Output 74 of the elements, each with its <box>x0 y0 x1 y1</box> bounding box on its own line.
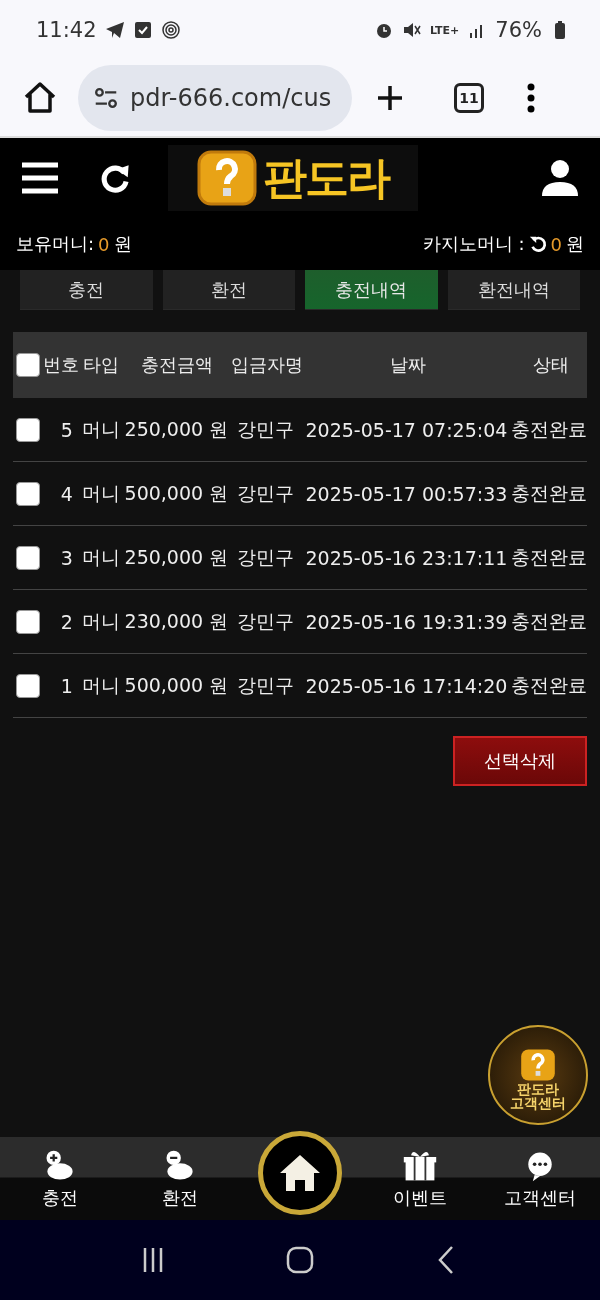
table-cell-text: 강민구 <box>236 544 296 570</box>
send-icon <box>104 20 125 40</box>
tab-count-button[interactable]: 11 <box>454 83 484 113</box>
question-box-icon <box>520 1047 556 1082</box>
table-cell-text: 500,000 원 <box>123 480 230 506</box>
checkbox[interactable] <box>16 353 40 377</box>
user-icon[interactable] <box>540 158 580 198</box>
column-header: 번호 <box>43 353 79 377</box>
table-cell-text: 5 <box>59 418 74 441</box>
table-cell-text: 1 <box>59 674 74 697</box>
table-cell-text: 강민구 <box>236 672 296 698</box>
tab[interactable]: 환전내역 <box>447 270 580 310</box>
home-icon[interactable] <box>284 1244 316 1276</box>
table-cell-text: 머니 <box>80 672 121 698</box>
table-cell-text: 충전완료 <box>511 672 587 698</box>
table-cell-text: 머니 <box>80 480 121 506</box>
checkbox[interactable] <box>15 609 40 634</box>
support-badge[interactable]: 판도라 고객센터 <box>488 1025 588 1125</box>
column-header: 날짜 <box>389 353 427 377</box>
balance-amount: 0 <box>550 233 562 255</box>
address-bar[interactable]: pdr-666.com/cus <box>78 65 352 131</box>
tab[interactable]: 충전내역 <box>305 270 438 310</box>
checkbox[interactable] <box>15 481 40 506</box>
table-cell-text: 강민구 <box>236 480 296 506</box>
url-text: pdr-666.com/cus <box>130 84 332 112</box>
tab[interactable]: 충전 <box>20 270 153 310</box>
tab[interactable]: 환전 <box>162 270 295 310</box>
balance-amount: 0 <box>98 233 110 255</box>
checkbox[interactable] <box>15 545 40 570</box>
table-cell-text: 2025-05-17 07:25:04 <box>304 418 509 441</box>
table-cell-text: 머니 <box>80 608 121 634</box>
currency-text: 원 <box>566 232 584 256</box>
nav-item[interactable]: 충전 <box>0 1137 120 1220</box>
table-cell-text: 강민구 <box>236 608 296 634</box>
table-cell-text: 머니 <box>80 544 121 570</box>
table-cell-text: 머니 <box>80 416 121 442</box>
checkbox-icon <box>132 20 153 40</box>
table-cell-text: 강민구 <box>236 416 296 442</box>
table-cell-text: 3 <box>59 546 74 569</box>
checkbox[interactable] <box>15 673 40 698</box>
clock-text: 11:42 <box>36 18 97 42</box>
table-cell-text: 충전완료 <box>511 544 587 570</box>
network-text: LTE+ <box>429 24 460 36</box>
question-box-icon <box>197 150 257 206</box>
table-cell-text: 500,000 원 <box>123 672 230 698</box>
table-cell-text: 230,000 원 <box>123 608 230 634</box>
table-cell-text: 2025-05-17 00:57:33 <box>304 482 509 505</box>
currency-text: 원 <box>113 232 132 256</box>
nav-item[interactable]: 환전 <box>120 1137 240 1220</box>
nav-item[interactable]: 이벤트 <box>360 1137 480 1220</box>
refresh-icon[interactable] <box>528 235 547 253</box>
balance-label: 보유머니: <box>16 232 95 256</box>
house-icon <box>278 1152 322 1193</box>
table-cell-text: 충전완료 <box>511 416 587 442</box>
table-cell-text: 2 <box>59 610 74 633</box>
delete-button[interactable]: 선택삭제 <box>453 736 587 786</box>
balance-label: 카지노머니 : <box>422 232 525 256</box>
nav-item[interactable]: 고객센터 <box>480 1137 600 1220</box>
battery-text: 76% <box>495 18 542 42</box>
table-cell-text: 충전완료 <box>511 608 587 634</box>
table-cell-text: 충전완료 <box>511 480 587 506</box>
mute-icon <box>401 20 422 40</box>
table-cell-text: 2025-05-16 23:17:11 <box>304 546 509 569</box>
column-header: 상태 <box>532 353 570 377</box>
table-cell-text: 2025-05-16 19:31:39 <box>304 610 509 633</box>
checkbox[interactable] <box>15 417 40 442</box>
table-cell-text: 2025-05-16 17:14:20 <box>304 674 509 697</box>
table-cell-text: 250,000 원 <box>123 416 230 442</box>
column-header: 입금자명 <box>231 353 303 377</box>
logo-text: 판도라 <box>263 150 389 205</box>
column-header: 충전금액 <box>140 353 214 377</box>
column-header: 타입 <box>82 353 120 377</box>
table-cell-text: 250,000 원 <box>123 544 230 570</box>
table-cell-text: 4 <box>59 482 74 505</box>
